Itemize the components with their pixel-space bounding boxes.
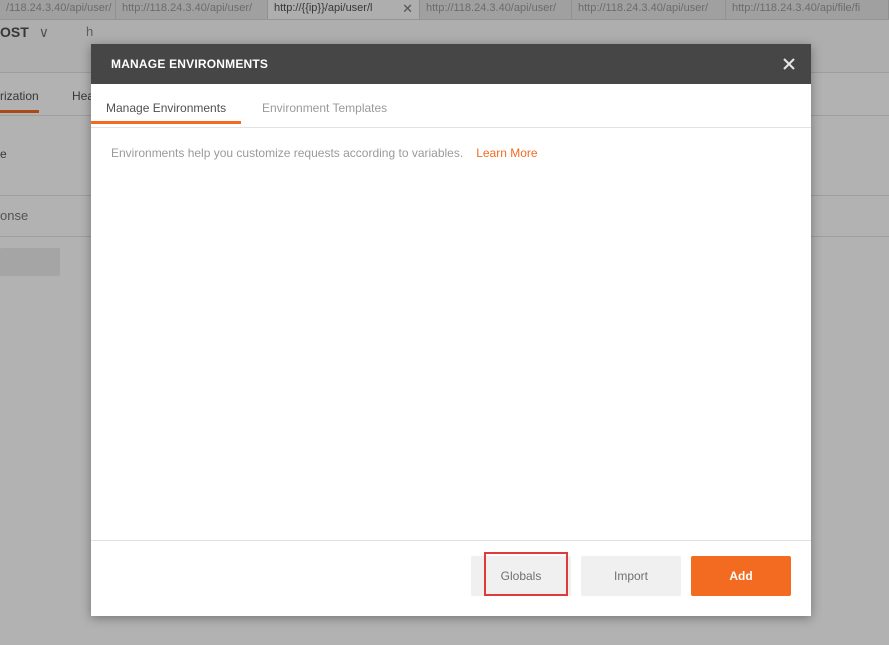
- manage-environments-modal: MANAGE ENVIRONMENTS Manage Environments …: [91, 44, 811, 616]
- import-button[interactable]: Import: [581, 556, 681, 596]
- modal-header: MANAGE ENVIRONMENTS: [91, 44, 811, 84]
- tab-environment-templates[interactable]: Environment Templates: [247, 102, 402, 124]
- learn-more-link[interactable]: Learn More: [476, 146, 537, 160]
- environments-help-text: Environments help you customize requests…: [111, 146, 538, 160]
- add-button[interactable]: Add: [691, 556, 791, 596]
- modal-tabs: Manage Environments Environment Template…: [91, 84, 811, 128]
- globals-button[interactable]: Globals: [471, 556, 571, 596]
- modal-title: MANAGE ENVIRONMENTS: [111, 57, 269, 71]
- help-text: Environments help you customize requests…: [111, 146, 464, 160]
- close-icon[interactable]: [779, 54, 799, 74]
- footer-divider: [91, 540, 811, 541]
- tab-manage-environments[interactable]: Manage Environments: [91, 102, 242, 124]
